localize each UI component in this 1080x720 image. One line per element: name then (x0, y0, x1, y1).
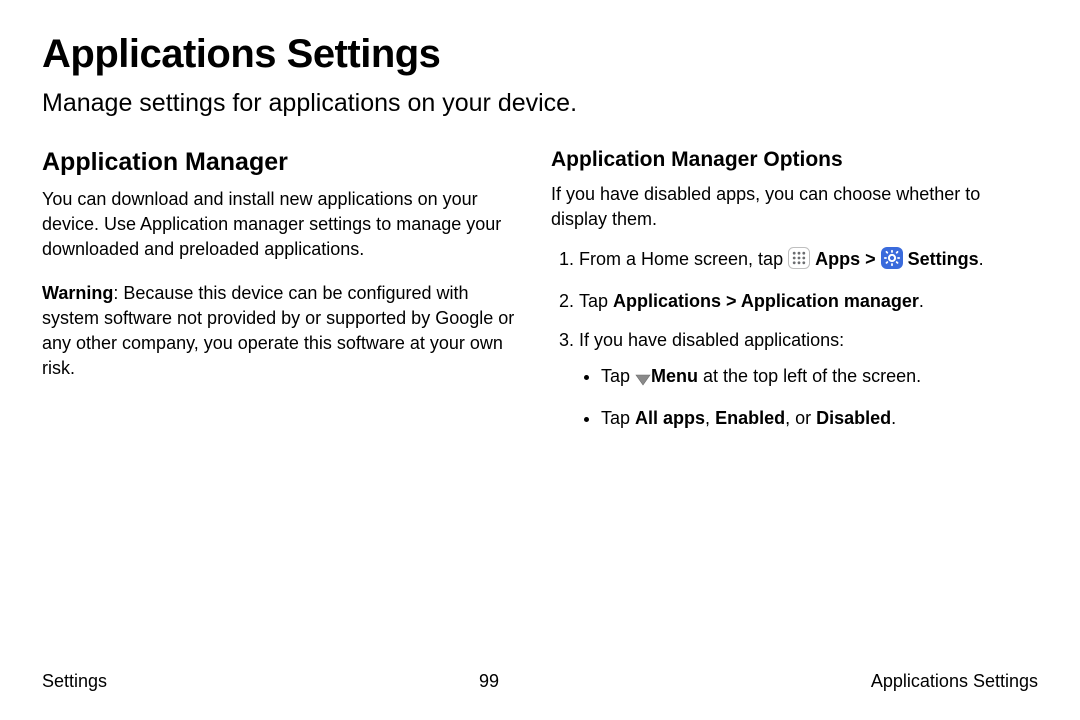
step2-pre: Tap (579, 291, 613, 311)
steps-list: From a Home screen, tap Apps > (551, 246, 1038, 430)
step3-text: If you have disabled applications: (579, 330, 844, 350)
warning-text: : Because this device can be configured … (42, 283, 514, 379)
bullets-list: Tap Menu at the top left of the screen. … (579, 363, 1038, 431)
footer-page-number: 99 (479, 671, 499, 692)
step2-bold: Applications > Application manager (613, 291, 919, 311)
apps-icon (788, 247, 810, 276)
bullet-2: Tap All apps, Enabled, or Disabled. (601, 405, 1038, 431)
bullet2-sep2: , or (785, 408, 816, 428)
bullet2-tail: . (891, 408, 896, 428)
warning-label: Warning (42, 283, 113, 303)
bullet1-bold: Menu (651, 366, 698, 386)
page-subtitle: Manage settings for applications on your… (42, 89, 1038, 118)
page-title: Applications Settings (42, 32, 1038, 77)
bullet-1: Tap Menu at the top left of the screen. (601, 363, 1038, 393)
step-3: If you have disabled applications: Tap M… (579, 327, 1038, 431)
left-heading: Application Manager (42, 148, 529, 177)
right-column: Application Manager Options If you have … (551, 148, 1038, 443)
bullet1-tail: at the top left of the screen. (698, 366, 921, 386)
step1-sep: > (860, 249, 881, 269)
bullet2-sep1: , (705, 408, 715, 428)
step1-settings: Settings (908, 249, 979, 269)
bullet2-b1: All apps (635, 408, 705, 428)
left-para-intro: You can download and install new applica… (42, 187, 529, 263)
left-column: Application Manager You can download and… (42, 148, 529, 443)
step1-apps: Apps (815, 249, 860, 269)
settings-icon (881, 247, 903, 276)
step1-pre: From a Home screen, tap (579, 249, 788, 269)
footer-left: Settings (42, 671, 107, 692)
step-2: Tap Applications > Application manager. (579, 288, 1038, 314)
menu-dropdown-icon (635, 367, 651, 393)
bullet2-b2: Enabled (715, 408, 785, 428)
step1-tail: . (979, 249, 984, 269)
page-footer: Settings 99 Applications Settings (42, 671, 1038, 692)
right-intro: If you have disabled apps, you can choos… (551, 182, 1038, 232)
content-columns: Application Manager You can download and… (42, 148, 1038, 443)
bullet1-pre: Tap (601, 366, 635, 386)
footer-right: Applications Settings (871, 671, 1038, 692)
step-1: From a Home screen, tap Apps > (579, 246, 1038, 276)
left-para-warning: Warning: Because this device can be conf… (42, 281, 529, 382)
bullet2-b3: Disabled (816, 408, 891, 428)
bullet2-pre: Tap (601, 408, 635, 428)
right-heading: Application Manager Options (551, 148, 1038, 172)
step2-tail: . (919, 291, 924, 311)
